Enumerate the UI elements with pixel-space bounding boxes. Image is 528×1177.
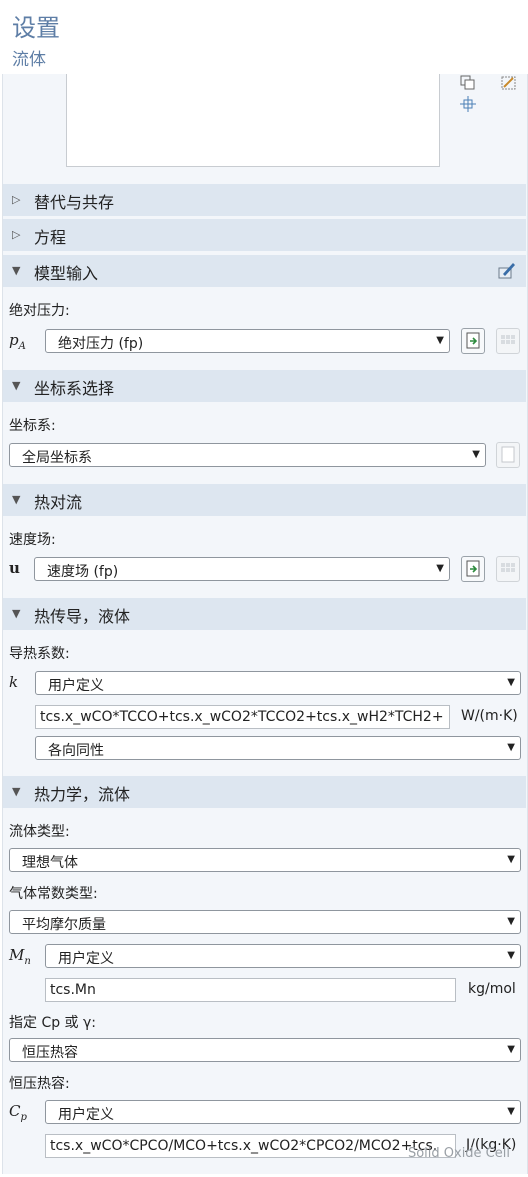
- coordinate-link-button[interactable]: [496, 442, 520, 468]
- velocity-field-select[interactable]: 速度场 (fp) ▼: [34, 557, 450, 581]
- dropdown-arrow-icon: ▼: [507, 916, 515, 927]
- expand-icon: ▷: [12, 228, 21, 241]
- section-substitution[interactable]: ▷ 替代与共存: [3, 184, 526, 216]
- molar-mass-input[interactable]: tcs.Mn: [45, 978, 456, 1002]
- conductivity-unit: W/(m·K): [461, 708, 518, 724]
- watermark: Solid Oxide Cell: [407, 1146, 510, 1161]
- dropdown-arrow-icon: ▼: [507, 1106, 515, 1117]
- expand-icon: ▷: [12, 193, 21, 206]
- section-label: 热力学，流体: [34, 785, 131, 804]
- absolute-pressure-label: 绝对压力:: [9, 303, 70, 319]
- gas-constant-label: 气体常数类型:: [9, 886, 98, 902]
- conductivity-mode-select[interactable]: 用户定义 ▼: [35, 671, 521, 695]
- section-model-input[interactable]: ▼ 模型输入: [3, 255, 526, 287]
- heat-capacity-label: 恒压热容:: [9, 1076, 70, 1092]
- collapse-icon: ▼: [12, 264, 21, 277]
- dropdown-arrow-icon: ▼: [436, 563, 444, 574]
- gas-constant-select[interactable]: 平均摩尔质量 ▼: [9, 910, 521, 934]
- move-icon[interactable]: [459, 95, 477, 113]
- fluid-type-label: 流体类型:: [9, 824, 70, 840]
- conductivity-symbol: k: [9, 673, 19, 691]
- heat-capacity-mode-select[interactable]: 用户定义 ▼: [45, 1100, 521, 1124]
- isotropy-select[interactable]: 各向同性 ▼: [35, 736, 521, 760]
- plot-grid-button[interactable]: [496, 556, 520, 582]
- collapse-icon: ▼: [12, 379, 21, 392]
- pressure-symbol: pA: [9, 331, 26, 352]
- coordinate-system-select[interactable]: 全局坐标系 ▼: [9, 443, 486, 467]
- velocity-symbol: u: [9, 559, 20, 577]
- absolute-pressure-select[interactable]: 绝对压力 (fp) ▼: [45, 329, 450, 353]
- preview-area: [66, 74, 440, 167]
- clear-icon[interactable]: [500, 74, 518, 92]
- plot-grid-button[interactable]: [496, 328, 520, 354]
- section-label: 模型输入: [34, 264, 99, 283]
- heat-capacity-expression-input[interactable]: tcs.x_wCO*CPCO/MCO+tcs.x_wCO2*CPCO2/MCO2…: [45, 1134, 456, 1158]
- heat-capacity-symbol: Cp: [9, 1102, 27, 1123]
- copy-icon[interactable]: [459, 74, 477, 92]
- page-title: 设置: [12, 14, 60, 42]
- section-label: 热对流: [34, 493, 83, 512]
- fluid-type-select[interactable]: 理想气体 ▼: [9, 848, 521, 872]
- section-conduction[interactable]: ▼ 热传导，液体: [3, 598, 526, 630]
- coordinate-system-label: 坐标系:: [9, 418, 56, 434]
- dropdown-arrow-icon: ▼: [507, 742, 515, 753]
- page-subtitle: 流体: [12, 50, 46, 70]
- section-label: 坐标系选择: [34, 379, 115, 398]
- section-label: 热传导，液体: [34, 607, 131, 626]
- edit-icon[interactable]: [497, 260, 517, 284]
- molar-mass-symbol: Mn: [9, 946, 31, 967]
- dropdown-arrow-icon: ▼: [507, 950, 515, 961]
- molar-mass-mode-select[interactable]: 用户定义 ▼: [45, 944, 521, 968]
- cp-or-gamma-select[interactable]: 恒压热容 ▼: [9, 1038, 521, 1062]
- cp-or-gamma-label: 指定 Cp 或 γ:: [9, 1015, 97, 1031]
- link-variable-button[interactable]: [461, 556, 485, 582]
- collapse-icon: ▼: [12, 493, 21, 506]
- molar-mass-unit: kg/mol: [468, 981, 516, 997]
- dropdown-arrow-icon: ▼: [507, 854, 515, 865]
- link-variable-button[interactable]: [461, 328, 485, 354]
- collapse-icon: ▼: [12, 607, 21, 620]
- section-label: 方程: [34, 228, 67, 247]
- conductivity-expression-input[interactable]: tcs.x_wCO*TCCO+tcs.x_wCO2*TCCO2+tcs.x_wH…: [35, 705, 450, 729]
- section-thermodynamics[interactable]: ▼ 热力学，流体: [3, 776, 526, 808]
- dropdown-arrow-icon: ▼: [472, 449, 480, 460]
- section-coordinate[interactable]: ▼ 坐标系选择: [3, 370, 526, 402]
- dropdown-arrow-icon: ▼: [507, 677, 515, 688]
- section-convection[interactable]: ▼ 热对流: [3, 484, 526, 516]
- dropdown-arrow-icon: ▼: [507, 1044, 515, 1055]
- thermal-conductivity-label: 导热系数:: [9, 646, 70, 662]
- dropdown-arrow-icon: ▼: [436, 335, 444, 346]
- section-equation[interactable]: ▷ 方程: [3, 219, 526, 251]
- section-label: 替代与共存: [34, 193, 115, 212]
- collapse-icon: ▼: [12, 785, 21, 798]
- velocity-field-label: 速度场:: [9, 532, 56, 548]
